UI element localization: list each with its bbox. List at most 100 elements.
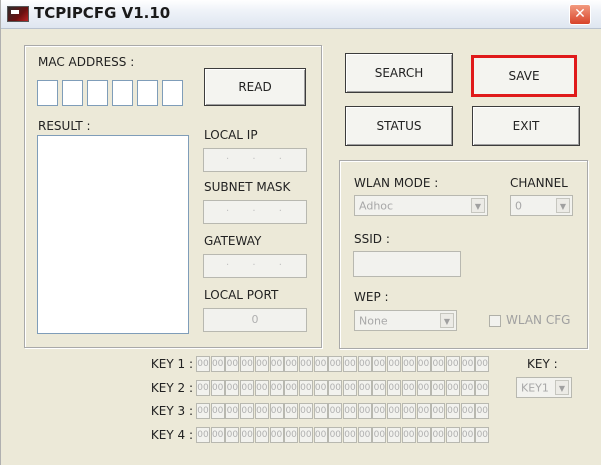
wep-value: None	[359, 314, 388, 327]
local-port-value: 0	[251, 313, 259, 326]
wep-label: WEP :	[354, 290, 389, 304]
subnet-mask-field: . . .	[203, 200, 307, 224]
key-2-byte: 00	[225, 380, 240, 396]
key-2-byte: 00	[313, 380, 328, 396]
main-window: TCPIPCFG V1.10 ✕ MAC ADDRESS : READ RESU…	[0, 0, 601, 465]
key-4-byte: 00	[298, 427, 313, 443]
wlan-mode-label: WLAN MODE :	[354, 176, 439, 190]
key-1-byte: 00	[328, 356, 343, 372]
key-2-byte: 00	[357, 380, 372, 396]
mac-byte-5[interactable]	[137, 80, 158, 106]
key-3-byte: 00	[240, 403, 255, 419]
status-button-label: STATUS	[376, 119, 422, 133]
key-2-label: KEY 2 :	[150, 381, 193, 395]
key-2-byte: 00	[372, 380, 387, 396]
key-3-byte: 00	[225, 403, 240, 419]
search-button-label: SEARCH	[374, 66, 424, 80]
key-1-byte: 00	[387, 356, 402, 372]
key-4-byte: 00	[240, 427, 255, 443]
key-1-byte: 00	[240, 356, 255, 372]
key-1-byte: 00	[401, 356, 416, 372]
key-3-label: KEY 3 :	[150, 404, 193, 418]
key-4-byte: 00	[431, 427, 446, 443]
key-select: KEY1 ▼	[516, 377, 572, 398]
channel-value: 0	[515, 199, 522, 212]
wep-select: None ▼	[354, 310, 457, 331]
chevron-down-icon: ▼	[440, 313, 454, 328]
key-2-byte: 00	[343, 380, 357, 396]
save-button[interactable]: SAVE	[471, 55, 577, 97]
local-ip-label: LOCAL IP	[204, 128, 258, 142]
key-3-byte: 00	[284, 403, 299, 419]
chevron-down-icon: ▼	[555, 380, 569, 395]
mac-byte-6[interactable]	[162, 80, 183, 106]
key-4-byte: 00	[210, 427, 225, 443]
key-3-byte: 00	[298, 403, 313, 419]
key-2-byte: 00	[210, 380, 225, 396]
title-bar[interactable]: TCPIPCFG V1.10 ✕	[1, 0, 601, 29]
exit-button[interactable]: EXIT	[472, 106, 580, 146]
chevron-down-icon: ▼	[556, 198, 570, 213]
mac-byte-4[interactable]	[112, 80, 133, 106]
search-button[interactable]: SEARCH	[345, 53, 453, 93]
mac-address-label: MAC ADDRESS :	[38, 55, 135, 69]
key-1-byte: 00	[254, 356, 269, 372]
key-1-label: KEY 1 :	[150, 357, 193, 371]
key-3-byte: 00	[343, 403, 357, 419]
local-port-field: 0	[203, 308, 307, 332]
ssid-field	[353, 251, 461, 277]
key-4-byte: 00	[445, 427, 460, 443]
gateway-field: . . .	[203, 254, 307, 278]
key-3-byte: 00	[196, 403, 210, 419]
key-4-byte: 00	[269, 427, 284, 443]
key-4-byte: 00	[343, 427, 357, 443]
key-2-byte: 00	[269, 380, 284, 396]
key-1-byte: 00	[357, 356, 372, 372]
key-select-label: KEY :	[527, 357, 558, 371]
key-4-label: KEY 4 :	[150, 428, 193, 442]
local-ip-field: . . .	[203, 148, 307, 172]
key-4-byte: 00	[196, 427, 210, 443]
key-3-byte: 00	[460, 403, 475, 419]
key-2-byte: 00	[460, 380, 475, 396]
gateway-label: GATEWAY	[204, 234, 262, 248]
key-4-byte: 00	[284, 427, 299, 443]
mac-byte-2[interactable]	[62, 80, 83, 106]
key-3-byte: 00	[416, 403, 431, 419]
channel-label: CHANNEL	[510, 176, 568, 190]
key-2-byte: 00	[196, 380, 210, 396]
result-box[interactable]	[37, 135, 189, 334]
key-3-byte: 00	[401, 403, 416, 419]
key-1-byte: 00	[416, 356, 431, 372]
key-3-byte: 00	[313, 403, 328, 419]
key-2-byte: 00	[328, 380, 343, 396]
subnet-mask-dots: . . .	[226, 203, 292, 214]
mac-byte-1[interactable]	[37, 80, 58, 106]
status-button[interactable]: STATUS	[345, 106, 453, 146]
window-title: TCPIPCFG V1.10	[34, 4, 171, 22]
key-3-byte: 00	[269, 403, 284, 419]
key-4-byte: 00	[475, 427, 490, 443]
wlan-mode-value: Adhoc	[359, 199, 394, 212]
key-1-byte: 00	[225, 356, 240, 372]
key-2-byte: 00	[240, 380, 255, 396]
key-3-byte: 00	[254, 403, 269, 419]
key-1-byte: 00	[196, 356, 210, 372]
key-2-byte: 00	[445, 380, 460, 396]
read-button[interactable]: READ	[204, 68, 306, 106]
mac-byte-3[interactable]	[87, 80, 108, 106]
key-4-byte: 00	[357, 427, 372, 443]
key-3-byte: 00	[210, 403, 225, 419]
key-2-byte: 00	[431, 380, 446, 396]
close-icon[interactable]: ✕	[569, 4, 591, 25]
key-1-byte: 00	[284, 356, 299, 372]
read-button-label: READ	[238, 80, 272, 94]
key-4-byte: 00	[416, 427, 431, 443]
chevron-down-icon: ▼	[471, 198, 485, 213]
exit-button-label: EXIT	[512, 119, 540, 133]
key-3-byte: 00	[475, 403, 490, 419]
wlan-mode-select: Adhoc ▼	[354, 195, 488, 216]
key-4-byte: 00	[328, 427, 343, 443]
wlan-cfg-label: WLAN CFG	[506, 313, 571, 327]
key-3-byte: 00	[328, 403, 343, 419]
